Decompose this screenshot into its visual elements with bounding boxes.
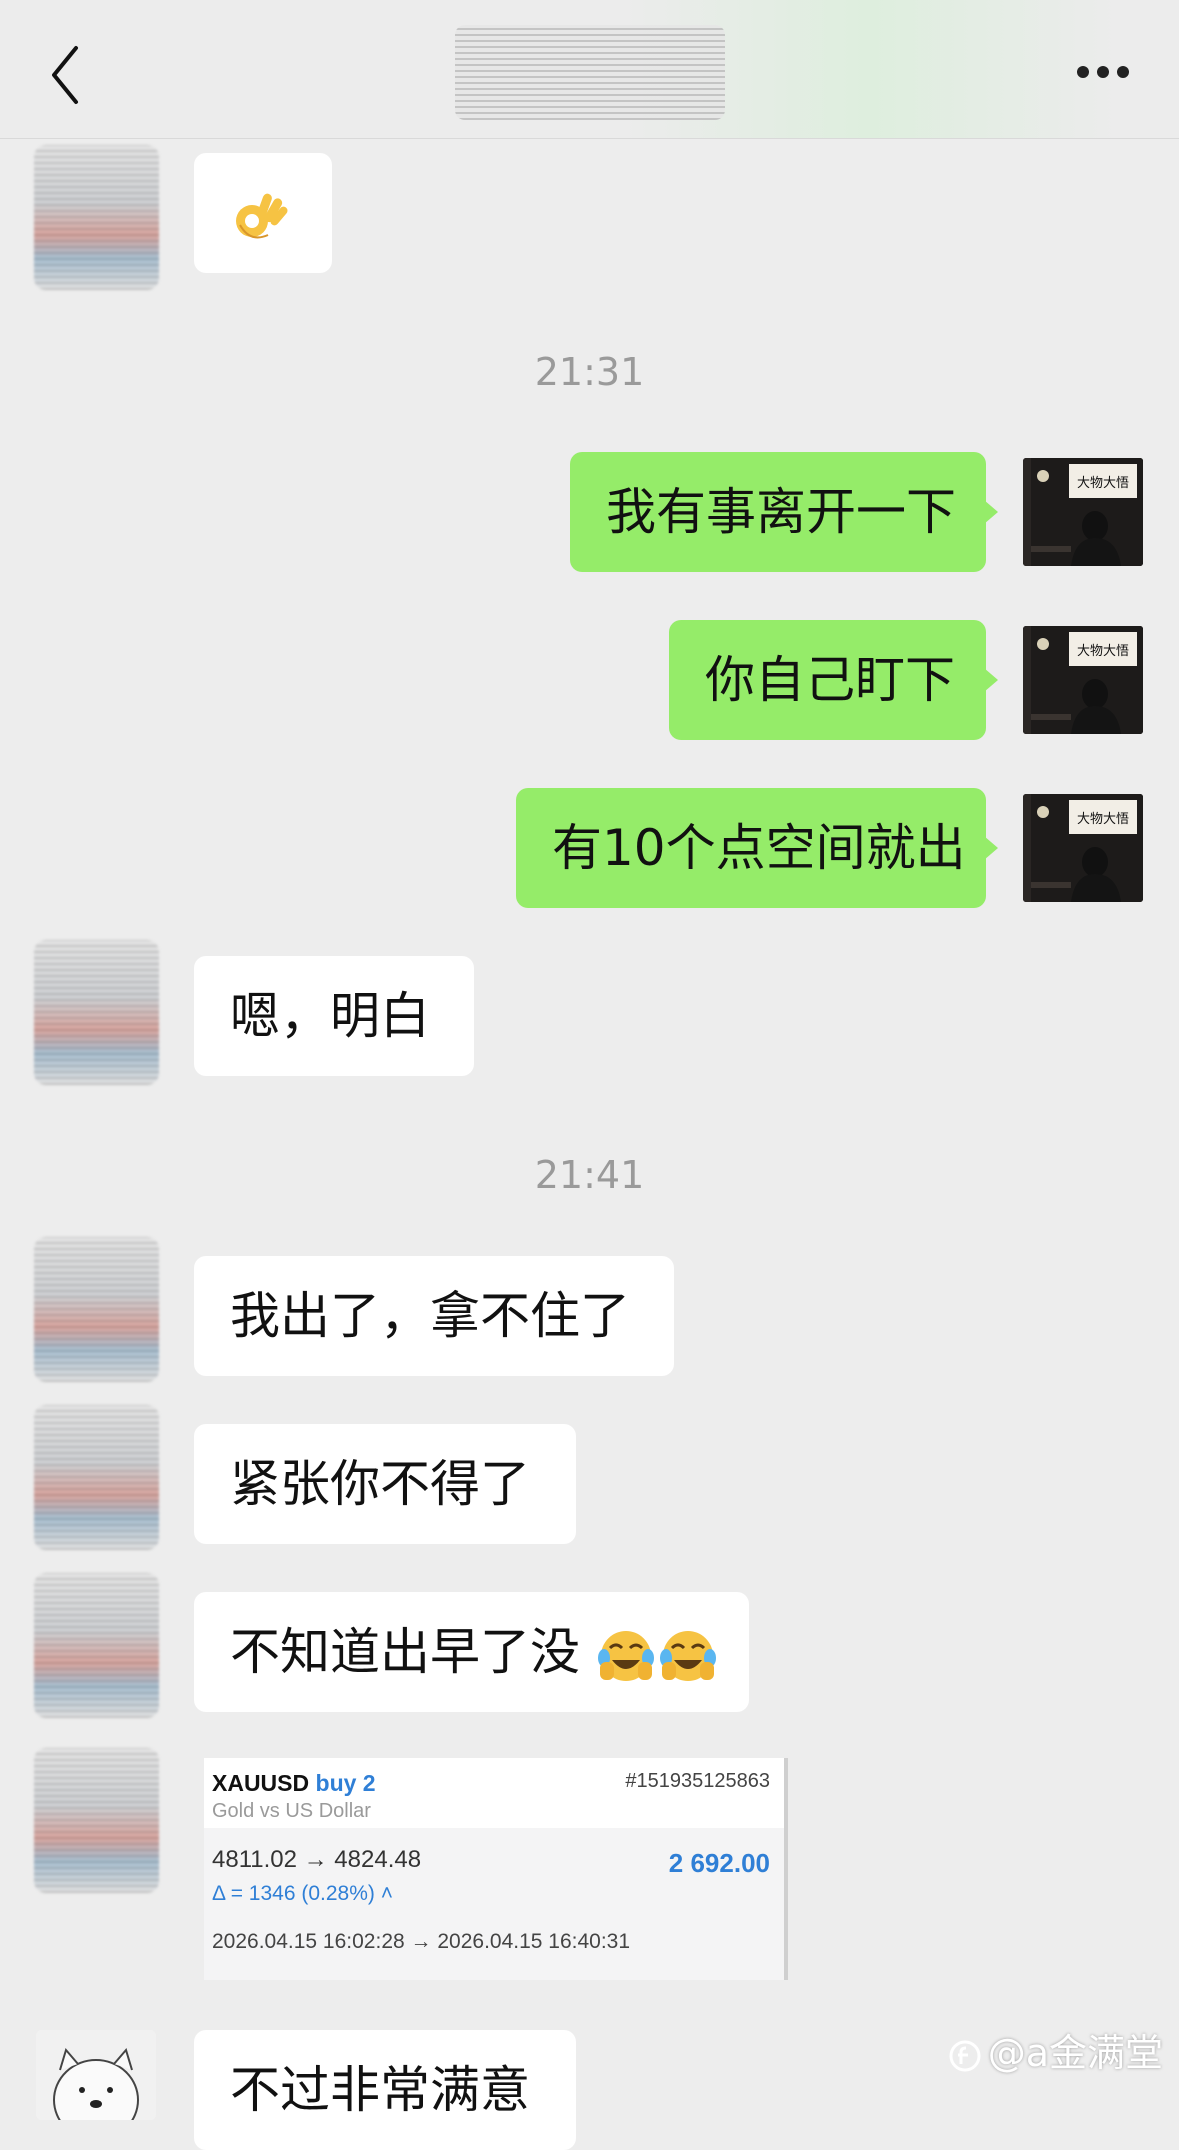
contact-avatar[interactable] xyxy=(34,1573,159,1718)
message-bubble-other[interactable]: 紧张你不得了 xyxy=(194,1424,576,1544)
chat-header xyxy=(0,0,1179,139)
contact-avatar[interactable] xyxy=(34,1237,159,1382)
contact-avatar[interactable] xyxy=(34,145,159,290)
message-text: 嗯，明白 xyxy=(230,987,430,1045)
svg-text:大物大悟: 大物大悟 xyxy=(1077,644,1129,659)
message-text: 紧张你不得了 xyxy=(230,1455,530,1513)
message-bubble-self[interactable]: 我有事离开一下 xyxy=(570,452,998,572)
self-avatar[interactable]: 大物大悟 xyxy=(1023,794,1143,902)
contact-avatar[interactable] xyxy=(34,1405,159,1550)
platform-logo-icon xyxy=(949,2040,981,2071)
message-text: 我出了，拿不住了 xyxy=(230,1287,630,1345)
timestamp: 21:31 xyxy=(534,350,645,394)
message-text: 有10个点空间就出 xyxy=(552,819,966,877)
svg-text:大物大悟: 大物大悟 xyxy=(1077,476,1129,491)
contact-avatar[interactable] xyxy=(34,940,159,1085)
message-bubble-other[interactable]: 嗯，明白 xyxy=(194,956,474,1076)
message-text: 不知道出早了没 xyxy=(230,1623,580,1681)
message-bubble-self[interactable]: 你自己盯下 xyxy=(669,620,998,740)
face-with-tears-emoji xyxy=(597,1630,716,1681)
trade-symbol-text: XAUUSD xyxy=(212,1770,310,1796)
watermark-text: @a金满堂 xyxy=(987,2031,1163,2075)
trade-delta-text: Δ = 1346 (0.28%) xyxy=(212,1882,375,1905)
trade-delta: Δ = 1346 (0.28%) ˄ xyxy=(212,1882,393,1906)
watermark: @a金满堂 xyxy=(948,2022,1163,2077)
chat-title-obscured xyxy=(455,25,725,120)
trade-ticket: #151935125863 xyxy=(625,1770,770,1792)
trade-times: 2026.04.15 16:02:28 → 2026.04.15 16:40:3… xyxy=(212,1930,631,1953)
self-avatar[interactable]: 大物大悟 xyxy=(1023,458,1143,566)
trade-prices: 4811.02 → 4824.48 xyxy=(212,1846,422,1873)
dog-avatar-image xyxy=(36,2030,156,2120)
trade-profit: 2 692.00 xyxy=(668,1848,770,1878)
trade-screenshot-image[interactable]: XAUUSD buy 2 #151935125863 Gold vs US Do… xyxy=(204,1758,788,1980)
message-bubble-self[interactable]: 有10个点空间就出 xyxy=(516,788,998,908)
message-text: 不过非常满意 xyxy=(230,2061,530,2119)
timestamp: 21:41 xyxy=(534,1153,645,1197)
message-bubble-other[interactable]: 我出了，拿不住了 xyxy=(194,1256,674,1376)
ok-hand-emoji xyxy=(236,193,288,239)
message-bubble-other[interactable]: 不知道出早了没 xyxy=(194,1592,749,1712)
avatar-image: 大物大悟 xyxy=(1023,626,1143,734)
avatar-image: 大物大悟 xyxy=(1023,458,1143,566)
message-text: 我有事离开一下 xyxy=(606,483,956,541)
trade-description: Gold vs US Dollar xyxy=(212,1800,371,1822)
chevron-up-icon: ˄ xyxy=(380,1882,393,1905)
trade-symbol: XAUUSD buy 2 xyxy=(212,1770,376,1797)
chevron-left-icon[interactable] xyxy=(44,40,94,110)
svg-text:大物大悟: 大物大悟 xyxy=(1077,812,1129,827)
contact-avatar[interactable] xyxy=(34,1748,159,1893)
self-avatar[interactable]: 大物大悟 xyxy=(1023,626,1143,734)
message-bubble-other[interactable]: 不过非常满意 xyxy=(194,2030,576,2150)
contact-avatar[interactable] xyxy=(36,2030,156,2120)
more-horizontal-icon[interactable] xyxy=(1075,62,1131,82)
message-text: 你自己盯下 xyxy=(705,651,955,709)
trade-side: buy 2 xyxy=(315,1770,376,1796)
avatar-image: 大物大悟 xyxy=(1023,794,1143,902)
